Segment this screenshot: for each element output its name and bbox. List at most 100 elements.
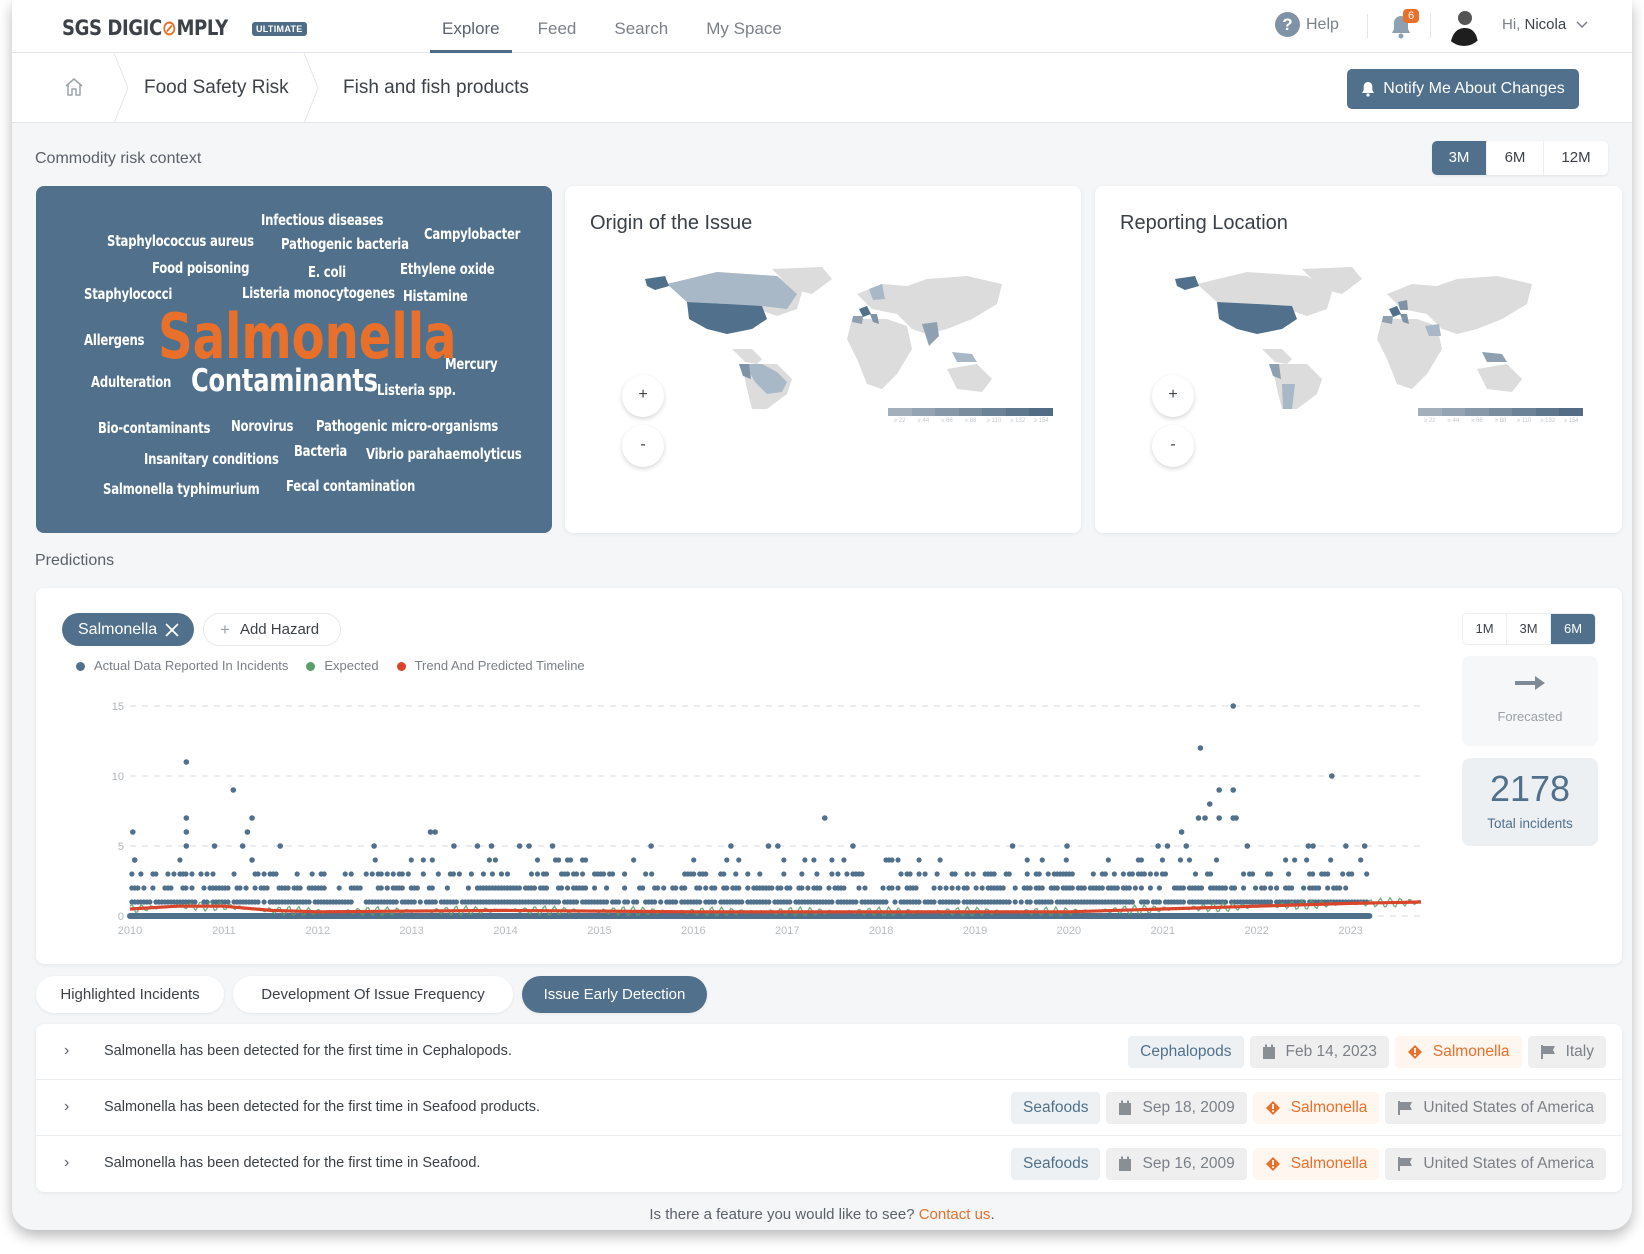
origin-map-legend-labels: ≥ 22 ≥ 44 ≥ 66 ≥ 88 ≥ 110 ≥ 132 ≥ 154 [888,418,1053,424]
x-tick-label: 2016 [681,925,705,937]
origin-zoom-out-button[interactable]: - [622,425,664,467]
breadcrumb-fish-products[interactable]: Fish and fish products [343,77,529,99]
country-tag[interactable]: Italy [1527,1036,1606,1068]
hazard-tag[interactable]: Salmonella [1252,1092,1380,1124]
pred-period-1m[interactable]: 1M [1463,614,1507,644]
map-region-usa [1217,302,1297,334]
actual-point [451,843,457,849]
hazard-icon [1265,1101,1280,1115]
word-cloud-term[interactable]: Food poisoning [152,259,249,277]
word-cloud-term[interactable]: Infectious diseases [261,211,383,229]
chevron-right-icon[interactable]: › [64,1098,69,1116]
pred-period-3m[interactable]: 3M [1507,614,1551,644]
word-cloud-term[interactable]: Allergens [84,331,145,349]
word-cloud-term[interactable]: Ethylene oxide [400,260,495,278]
actual-point [1292,857,1298,863]
word-cloud-term[interactable]: Pathogenic bacteria [281,235,409,253]
nav-search[interactable]: Search [602,0,680,53]
actual-point [129,871,135,877]
actual-point [555,899,562,905]
actual-point [294,871,300,877]
nav-explore[interactable]: Explore [430,0,512,53]
word-cloud-term[interactable]: Mercury [445,355,498,373]
incident-row[interactable]: › Salmonella has been detected for the f… [36,1136,1622,1192]
hazard-tag[interactable]: Salmonella [1252,1148,1380,1180]
word-cloud-term-contaminants[interactable]: Contaminants [191,363,378,399]
contact-us-link[interactable]: Contact us [919,1206,991,1223]
incident-row[interactable]: › Salmonella has been detected for the f… [36,1080,1622,1136]
actual-point [622,885,628,891]
word-cloud-term[interactable]: Bacteria [294,442,347,460]
word-cloud-term[interactable]: Bio-contaminants [98,419,210,437]
notify-me-button[interactable]: Notify Me About Changes [1347,69,1579,109]
actual-point [558,885,565,891]
calendar-icon [1119,1100,1132,1115]
category-tag[interactable]: Seafoods [1010,1092,1101,1124]
origin-zoom-in-button[interactable]: + [622,375,664,417]
word-cloud-term[interactable]: Vibrio parahaemolyticus [366,445,522,463]
nav-my-space[interactable]: My Space [694,0,794,53]
breadcrumb-home[interactable] [62,75,86,104]
notifications-button[interactable]: 6 [1389,9,1420,45]
period-12m[interactable]: 12M [1544,141,1608,175]
help-label: Help [1306,15,1339,33]
chevron-right-icon[interactable]: › [64,1042,69,1060]
greeting: Hi, [1502,16,1521,33]
close-icon[interactable] [165,622,179,637]
word-cloud-term[interactable]: Listeria spp. [377,381,456,399]
tab-issue-frequency[interactable]: Development Of Issue Frequency [233,976,513,1013]
period-3m[interactable]: 3M [1432,141,1487,175]
incident-row[interactable]: › Salmonella has been detected for the f… [36,1024,1622,1080]
country-tag[interactable]: United States of America [1385,1148,1606,1180]
word-cloud-term[interactable]: Pathogenic micro-organisms [316,417,498,435]
word-cloud-term[interactable]: Fecal contamination [286,477,415,495]
country-value: United States of America [1423,1155,1594,1172]
help-button[interactable]: ? Help [1275,12,1339,37]
word-cloud-term[interactable]: E. coli [308,263,346,281]
word-cloud-term[interactable]: Staphylococcus aureus [107,232,254,250]
tab-highlighted-incidents[interactable]: Highlighted Incidents [36,976,224,1013]
period-6m[interactable]: 6M [1487,141,1544,175]
reporting-world-map[interactable] [1157,264,1537,414]
word-cloud-term[interactable]: Campylobacter [424,225,520,243]
hazard-chip-salmonella[interactable]: Salmonella [62,613,194,646]
map-region-peru [1269,364,1281,379]
actual-point [955,899,961,905]
actual-point [198,871,204,877]
add-hazard-button[interactable]: + Add Hazard [203,613,341,646]
predictions-chart[interactable]: 0 5 10 15 2010 2011 2012 2013 2014 2015 2016 2017 20… [96,688,1426,948]
hazard-tag[interactable]: Salmonella [1394,1036,1522,1068]
actual-point [138,871,144,877]
actual-point [1206,801,1213,807]
breadcrumb-food-safety-risk[interactable]: Food Safety Risk [144,77,289,99]
category-tag[interactable]: Cephalopods [1128,1036,1244,1068]
reporting-zoom-in-button[interactable]: + [1152,375,1194,417]
x-tick-label: 2010 [118,925,142,937]
actual-point [183,871,189,877]
reporting-zoom-out-button[interactable]: - [1152,425,1194,467]
word-cloud-term[interactable]: Salmonella typhimurium [103,480,260,498]
actual-point [261,899,267,905]
country-tag[interactable]: United States of America [1385,1092,1606,1124]
word-cloud-term[interactable]: Adulteration [91,373,171,391]
actual-point [631,857,637,863]
chevron-right-icon[interactable]: › [64,1154,69,1172]
logo[interactable]: SGS DIGIC⊘MPLY [62,16,228,40]
word-cloud-term[interactable]: Norovirus [231,417,293,435]
date-value: Sep 16, 2009 [1142,1155,1235,1172]
actual-point [691,871,697,877]
actual-point [970,871,976,877]
user-avatar[interactable] [1444,6,1484,46]
origin-world-map[interactable] [627,264,1007,414]
actual-point [543,885,550,891]
category-tag[interactable]: Seafoods [1010,1148,1101,1180]
word-cloud-term[interactable]: Insanitary conditions [144,450,279,468]
pred-period-6m[interactable]: 6M [1551,614,1595,644]
map-region-australia [947,364,992,392]
nav-feed[interactable]: Feed [526,0,589,53]
actual-point [937,885,943,891]
user-menu[interactable]: Hi, Nicola [1502,16,1588,33]
reporting-map-title: Reporting Location [1120,212,1288,234]
tab-issue-early-detection[interactable]: Issue Early Detection [522,976,707,1013]
hazard-value: Salmonella [1290,1155,1368,1172]
